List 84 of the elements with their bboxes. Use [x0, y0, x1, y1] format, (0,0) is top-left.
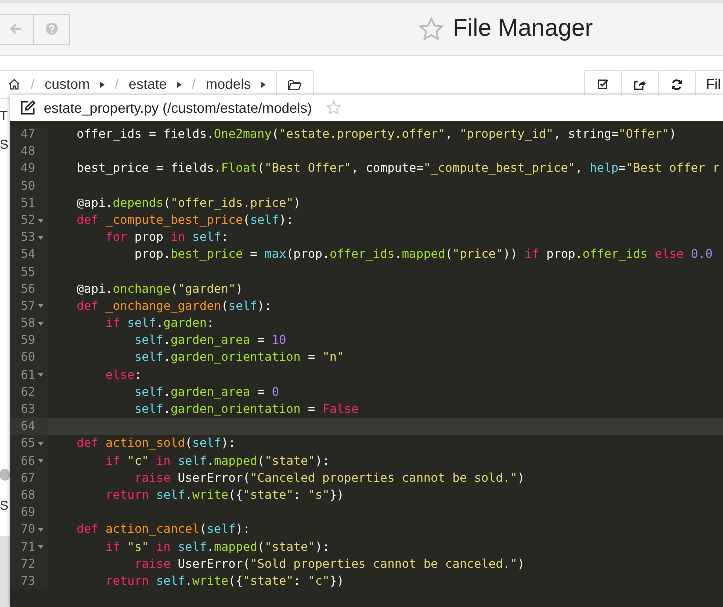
breadcrumb-link[interactable]: custom [44, 74, 90, 95]
path-separator: / [115, 75, 119, 94]
line-number: 61 [21, 366, 36, 384]
code-line: best_price = fields.Float("Best Offer", compute="_compute_best_price", help="Best offer r [76, 160, 721, 178]
line-number: 67 [21, 470, 36, 487]
code-line: offer_ids = fields.One2many("estate.property.offer", "property_id", string="Offer") [76, 126, 678, 143]
line-number: 57 [21, 298, 36, 315]
breadcrumb-link[interactable]: estate [128, 74, 168, 95]
code-line: self.garden_area = 10 [134, 332, 288, 350]
lower-page-background [0, 536, 10, 607]
line-number: 65 [21, 435, 36, 452]
line-number: 63 [21, 401, 36, 418]
line-number: 49 [21, 160, 36, 178]
code-line: @api.onchange("garden") [76, 280, 244, 298]
line-number: 69 [21, 504, 36, 522]
code-line: self.garden_orientation = False [134, 401, 360, 418]
help-icon [46, 23, 58, 35]
code-line: prop.best_price = max(prop.offer_ids.mapped("price")) if prop.offer_ids else 0.0 [134, 246, 714, 264]
edit-icon [20, 100, 36, 116]
dialog-title: estate_property.py (/custom/estate/models) [44, 98, 312, 118]
folder-icon [288, 78, 302, 90]
line-number: 64 [21, 418, 36, 436]
line-number: 52 [21, 212, 36, 229]
line-number: 59 [21, 332, 36, 350]
code-line: raise UserError("Canceled properties cannot be sold.") [134, 470, 526, 487]
code-line: @api.depends("offer_ids.price") [76, 194, 302, 212]
star-icon[interactable] [418, 16, 445, 42]
caret-icon [100, 80, 106, 88]
line-number: 55 [21, 264, 36, 280]
caret-icon [177, 80, 182, 88]
breadcrumb-link[interactable]: models [206, 74, 252, 95]
refresh-icon [671, 78, 684, 90]
line-number: 62 [21, 384, 36, 401]
code-line: if "s" in self.mapped("state"): [104, 538, 331, 556]
share-icon [634, 78, 646, 90]
code-line: def action_cancel(self): [76, 521, 252, 538]
code-line: self.garden_area = 0 [134, 384, 280, 401]
back-arrow-icon [10, 23, 22, 35]
line-number: 66 [21, 452, 36, 470]
code-line: if "c" in self.mapped("state"): [104, 452, 331, 470]
fold-caret-icon[interactable] [38, 322, 44, 326]
line-number: 51 [21, 194, 36, 212]
line-number: 68 [21, 486, 36, 504]
star-icon[interactable] [326, 100, 342, 116]
code-line: def _compute_best_price(self): [76, 212, 295, 229]
line-number: 70 [21, 521, 36, 538]
code-line: return self.write({"state": "s"}) [104, 486, 346, 504]
text-fragment: S [0, 499, 9, 512]
text-fragment: T [0, 109, 8, 122]
code-line: def action_sold(self): [76, 435, 237, 452]
code-line: if self.garden: [104, 315, 216, 332]
line-number: 58 [21, 315, 36, 332]
fold-caret-icon[interactable] [38, 459, 44, 464]
file-button[interactable]: Fil [696, 71, 723, 98]
line-number: 73 [21, 572, 36, 590]
line-number: 54 [21, 246, 36, 264]
fold-caret-icon[interactable] [38, 373, 44, 378]
code-line: def _onchange_garden(self): [76, 298, 273, 315]
code-line: return self.write({"state": "c"}) [104, 572, 346, 590]
code-line: self.garden_orientation = "n" [134, 349, 346, 366]
line-number: 47 [21, 126, 36, 143]
line-number: 72 [21, 556, 36, 573]
line-number: 56 [21, 280, 36, 298]
page-title: File Manager [453, 14, 594, 44]
checkbox-icon [598, 79, 609, 90]
fold-caret-icon[interactable] [38, 304, 44, 308]
fold-caret-icon[interactable] [38, 218, 44, 223]
line-number: 71 [21, 538, 36, 556]
fold-caret-icon[interactable] [38, 442, 44, 446]
text-fragment: S [0, 138, 9, 151]
fold-caret-icon[interactable] [38, 236, 44, 240]
home-icon[interactable] [8, 78, 21, 91]
code-line: else: [104, 366, 143, 384]
path-separator: / [31, 75, 35, 94]
line-number: 50 [21, 178, 36, 195]
code-line: for prop in self: [104, 229, 230, 246]
line-number: 53 [21, 229, 36, 246]
path-separator: / [192, 75, 196, 94]
fold-caret-icon[interactable] [38, 528, 44, 532]
line-number: 60 [21, 349, 36, 366]
line-number: 48 [21, 143, 36, 160]
fold-caret-icon[interactable] [38, 545, 44, 550]
caret-icon [261, 80, 266, 88]
code-line: raise UserError("Sold properties cannot be canceled.") [134, 556, 526, 573]
